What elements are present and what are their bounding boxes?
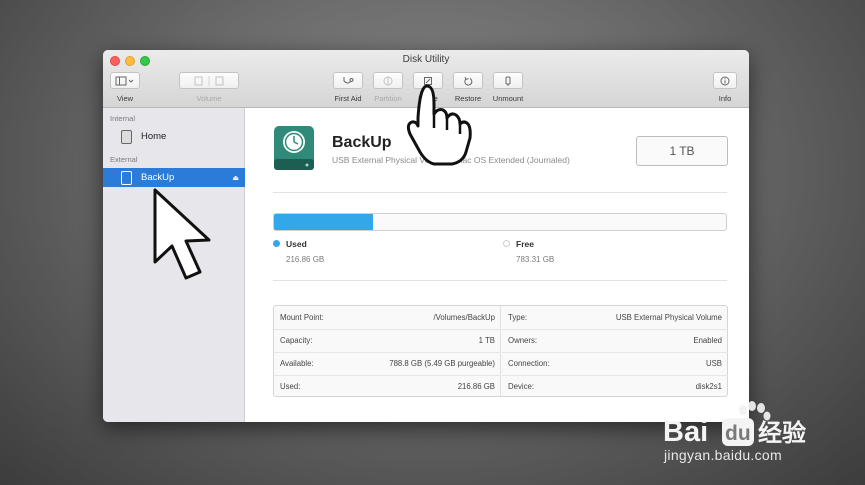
free-legend-label: Free xyxy=(516,239,534,249)
sidebar-toggle-icon xyxy=(115,76,134,85)
volume-add-remove-icon xyxy=(194,75,224,86)
volume-description: USB External Physical Volume • Mac OS Ex… xyxy=(332,155,570,165)
usage-bar-used-fill xyxy=(274,214,374,230)
info-row-mount-point: Mount Point: /Volumes/BackUp xyxy=(274,306,501,329)
toolbar: Disk Utility View Volume First Aid Parti… xyxy=(103,50,749,108)
partition-icon xyxy=(383,76,393,85)
free-legend-value: 783.31 GB xyxy=(516,255,555,264)
info-key: Device: xyxy=(508,382,534,391)
sidebar-item-home[interactable]: Home xyxy=(103,127,245,146)
unmount-label: Unmount xyxy=(492,94,524,103)
info-value: USB xyxy=(705,359,722,368)
sidebar-item-backup[interactable]: BackUp ⏏ xyxy=(103,168,245,187)
info-row-connection: Connection: USB xyxy=(502,352,728,375)
info-value: USB External Physical Volume xyxy=(615,313,722,322)
volume-button[interactable] xyxy=(179,72,239,89)
partition-label: Partition xyxy=(374,94,402,103)
info-row-type: Type: USB External Physical Volume xyxy=(502,306,728,329)
volume-label: Volume xyxy=(196,94,222,103)
volume-size-badge: 1 TB xyxy=(636,136,728,166)
brand-latin: Bai xyxy=(663,416,708,448)
free-legend-dot xyxy=(503,240,510,247)
info-key: Used: xyxy=(280,382,301,391)
info-key: Available: xyxy=(280,359,314,368)
volume-name: BackUp xyxy=(332,134,392,151)
restore-button[interactable] xyxy=(453,72,483,89)
info-value: 216.86 GB xyxy=(457,382,495,391)
info-value: disk2s1 xyxy=(695,382,722,391)
info-key: Mount Point: xyxy=(280,313,324,322)
view-button[interactable] xyxy=(110,72,140,89)
erase-label: Erase xyxy=(418,94,438,103)
sidebar-item-label: BackUp xyxy=(141,172,175,183)
info-value: Enabled xyxy=(693,336,722,345)
used-legend-value: 216.86 GB xyxy=(286,255,325,264)
info-key: Type: xyxy=(508,313,528,322)
brand-chinese: 经验 xyxy=(758,419,806,447)
sidebar-heading-external: External xyxy=(110,155,138,164)
time-machine-drive-icon xyxy=(274,126,314,170)
info-key: Capacity: xyxy=(280,336,313,345)
baidu-paw-logo-icon: Bai du 经验 xyxy=(663,401,806,448)
info-value: /Volumes/BackUp xyxy=(433,313,495,322)
erase-button[interactable] xyxy=(413,72,443,89)
sidebar-heading-internal: Internal xyxy=(110,114,136,123)
volume-info-table: Mount Point: /Volumes/BackUp Capacity: 1… xyxy=(273,305,728,397)
info-row-capacity: Capacity: 1 TB xyxy=(274,329,501,352)
partition-button[interactable] xyxy=(373,72,403,89)
unmount-icon xyxy=(505,76,511,86)
info-key: Owners: xyxy=(508,336,538,345)
sidebar-item-label: Home xyxy=(141,131,167,142)
watermark-url: jingyan.baidu.com xyxy=(664,447,782,463)
divider xyxy=(273,192,727,193)
external-disk-icon xyxy=(121,170,132,185)
info-right-column: Type: USB External Physical Volume Owner… xyxy=(502,306,728,396)
usage-bar xyxy=(273,213,727,231)
info-icon xyxy=(720,76,730,85)
info-row-owners: Owners: Enabled xyxy=(502,329,728,352)
eject-icon[interactable]: ⏏ xyxy=(232,174,239,182)
info-left-column: Mount Point: /Volumes/BackUp Capacity: 1… xyxy=(274,306,501,396)
unmount-button[interactable] xyxy=(493,72,523,89)
sidebar: Internal Home External xyxy=(103,108,245,422)
used-legend-label: Used xyxy=(286,239,307,249)
disk-utility-window: Disk Utility View Volume First Aid Parti… xyxy=(103,50,749,422)
restore-icon xyxy=(464,76,473,86)
info-row-device: Device: disk2s1 xyxy=(502,375,728,398)
info-value: 788.8 GB (5.49 GB purgeable) xyxy=(389,359,495,368)
window-title: Disk Utility xyxy=(402,54,450,65)
info-key: Connection: xyxy=(508,359,550,368)
first-aid-button[interactable] xyxy=(333,72,363,89)
info-value: 1 TB xyxy=(478,336,495,345)
first-aid-label: First Aid xyxy=(334,94,362,103)
divider xyxy=(273,280,727,281)
restore-label: Restore xyxy=(454,94,482,103)
internal-disk-icon xyxy=(121,129,132,144)
info-row-used: Used: 216.86 GB xyxy=(274,375,501,398)
info-row-available: Available: 788.8 GB (5.49 GB purgeable) xyxy=(274,352,501,375)
info-label: Info xyxy=(718,94,732,103)
view-label: View xyxy=(116,94,134,103)
brand-du: du xyxy=(725,422,751,445)
used-legend-dot xyxy=(273,240,280,247)
erase-icon xyxy=(424,76,432,85)
stethoscope-icon xyxy=(343,76,354,83)
info-button[interactable] xyxy=(713,72,737,89)
